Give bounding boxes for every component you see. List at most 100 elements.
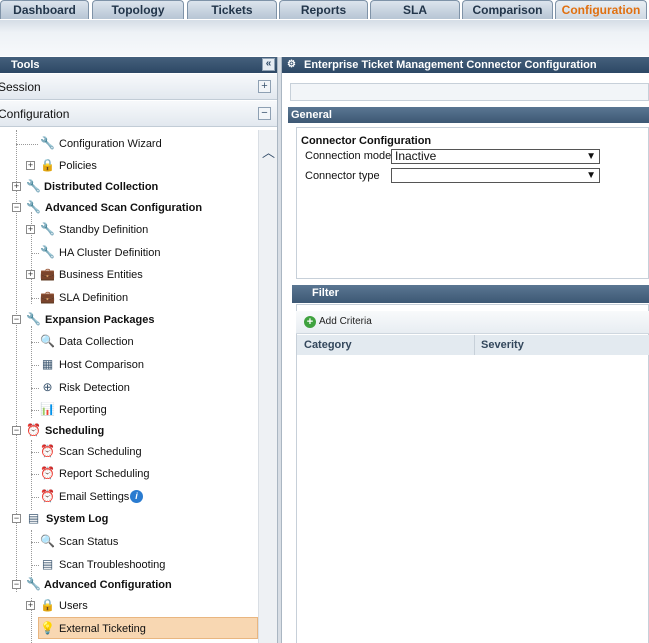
connector-type-label: Connector type	[305, 170, 380, 182]
wrench-icon: 🔧	[26, 179, 41, 193]
expand-icon[interactable]: +	[258, 80, 271, 93]
connector-config-label: Connector Configuration	[301, 135, 432, 147]
connector-type-select[interactable]: ▼	[391, 168, 600, 183]
section-configuration-label: Configuration	[0, 107, 70, 121]
lock-icon: 🔒	[40, 598, 55, 612]
tree-item-external-ticketing[interactable]: 💡 External Ticketing	[38, 617, 258, 639]
panel-splitter[interactable]	[277, 57, 282, 643]
general-panel: Connector Configuration Connection mode …	[296, 127, 649, 279]
section-session[interactable]: Session +	[0, 74, 277, 100]
tree-scrollbar[interactable]: ︿	[258, 130, 277, 643]
tab-dashboard[interactable]: Dashboard	[0, 0, 89, 19]
collapse-icon[interactable]: −	[12, 514, 21, 523]
column-header-severity[interactable]: Severity	[475, 335, 649, 355]
expand-icon[interactable]: +	[26, 270, 35, 279]
bulb-icon: 💡	[40, 621, 55, 635]
tab-tickets[interactable]: Tickets	[187, 0, 277, 19]
expand-icon[interactable]: +	[26, 601, 35, 610]
expand-icon[interactable]: +	[26, 225, 35, 234]
log-icon: ▤	[41, 557, 54, 571]
tree-item-risk-detection[interactable]: ⊕ Risk Detection	[0, 377, 258, 399]
section-session-label: Session	[0, 80, 41, 94]
breadcrumb	[290, 83, 649, 101]
tree-item-scan-scheduling[interactable]: ⏰ Scan Scheduling	[0, 441, 258, 463]
tab-topology[interactable]: Topology	[92, 0, 184, 19]
clock-icon: ⏰	[26, 423, 41, 437]
column-label: Severity	[481, 339, 524, 351]
tree-item-advanced-scan-configuration[interactable]: − 🔧 Advanced Scan Configuration	[0, 197, 258, 219]
add-criteria-button[interactable]: + Add Criteria	[296, 311, 386, 333]
magnifier-icon: 🔍	[40, 534, 55, 548]
wrench-icon: 🔧	[40, 222, 55, 236]
tree-item-configuration-wizard[interactable]: 🔧 Configuration Wizard	[0, 133, 258, 155]
page-title: Enterprise Ticket Management Connector C…	[304, 59, 597, 71]
tree-item-email-settings[interactable]: ⏰ Email Settings i	[0, 486, 258, 508]
tools-panel-title: Tools	[11, 59, 40, 71]
bar-chart-icon: 📊	[40, 402, 55, 416]
wrench-icon: 🔧	[26, 577, 41, 591]
tree-item-scan-status[interactable]: 🔍 Scan Status	[0, 531, 258, 553]
configuration-tree: 🔧 Configuration Wizard + 🔒 Policies + 🔧 …	[0, 130, 258, 643]
chevron-down-icon: ▼	[586, 151, 596, 162]
tab-sla[interactable]: SLA	[370, 0, 460, 19]
briefcase-icon: 💼	[40, 290, 55, 304]
wrench-icon: 🔧	[40, 245, 55, 259]
tree-item-sla-definition[interactable]: 💼 SLA Definition	[0, 287, 258, 309]
collapse-icon[interactable]: −	[12, 203, 21, 212]
tab-configuration[interactable]: Configuration	[555, 0, 647, 19]
tree-item-users[interactable]: + 🔒 Users	[0, 595, 258, 617]
filter-section-header: Filter	[292, 285, 649, 303]
compare-icon: ▦	[41, 357, 54, 371]
wrench-icon: 🔧	[26, 312, 41, 326]
column-header-category[interactable]: Category	[297, 335, 475, 355]
tree-item-scheduling[interactable]: − ⏰ Scheduling	[0, 420, 258, 442]
connection-mode-value: Inactive	[395, 149, 437, 163]
connector-config-header: ⚙ Enterprise Ticket Management Connector…	[282, 57, 649, 73]
tree-item-reporting[interactable]: 📊 Reporting	[0, 399, 258, 421]
target-icon: ⊕	[42, 380, 53, 394]
section-configuration[interactable]: Configuration −	[0, 101, 277, 127]
tree-item-business-entities[interactable]: + 💼 Business Entities	[0, 264, 258, 286]
collapse-panel-button[interactable]: «	[262, 58, 275, 71]
wrench-icon: 🔧	[26, 200, 41, 214]
wrench-icon: 🔧	[40, 136, 55, 150]
general-label: General	[291, 109, 332, 121]
collapse-icon[interactable]: −	[258, 107, 271, 120]
filter-toolbar: + Add Criteria	[296, 311, 649, 334]
tab-comparison[interactable]: Comparison	[462, 0, 553, 19]
gear-icon: ⚙	[287, 59, 296, 70]
tree-item-system-log[interactable]: − ▤ System Log	[0, 508, 258, 530]
info-icon[interactable]: i	[130, 490, 143, 503]
chevron-down-icon: ▼	[586, 170, 596, 181]
tree-item-advanced-configuration[interactable]: − 🔧 Advanced Configuration	[0, 574, 258, 596]
tree-item-expansion-packages[interactable]: − 🔧 Expansion Packages	[0, 309, 258, 331]
tools-panel-header: Tools «	[0, 57, 277, 73]
column-label: Category	[304, 339, 352, 351]
add-criteria-label: Add Criteria	[319, 316, 372, 327]
tree-item-data-collection[interactable]: 🔍 Data Collection	[0, 331, 258, 353]
tree-item-distributed-collection[interactable]: + 🔧 Distributed Collection	[0, 176, 258, 198]
filter-label: Filter	[312, 287, 339, 299]
clock-icon: ⏰	[40, 489, 55, 503]
collapse-icon[interactable]: −	[12, 426, 21, 435]
connection-mode-select[interactable]: Inactive ▼	[391, 149, 600, 164]
tree-item-report-scheduling[interactable]: ⏰ Report Scheduling	[0, 463, 258, 485]
expand-icon[interactable]: +	[26, 161, 35, 170]
briefcase-icon: 💼	[40, 267, 55, 281]
tree-item-ha-cluster-definition[interactable]: 🔧 HA Cluster Definition	[0, 242, 258, 264]
collapse-icon[interactable]: −	[12, 315, 21, 324]
chevron-up-icon[interactable]: ︿	[262, 142, 275, 161]
expand-icon[interactable]: +	[12, 182, 21, 191]
tab-reports[interactable]: Reports	[279, 0, 368, 19]
collapse-icon[interactable]: −	[12, 580, 21, 589]
tree-item-scan-troubleshooting[interactable]: ▤ Scan Troubleshooting	[0, 554, 258, 576]
lock-icon: 🔒	[40, 158, 55, 172]
clock-icon: ⏰	[40, 444, 55, 458]
general-section-header: General	[288, 107, 649, 123]
tree-item-host-comparison[interactable]: ▦ Host Comparison	[0, 354, 258, 376]
toolbar-band	[0, 20, 649, 56]
tree-item-standby-definition[interactable]: + 🔧 Standby Definition	[0, 219, 258, 241]
tree-item-policies[interactable]: + 🔒 Policies	[0, 155, 258, 177]
connection-mode-label: Connection mode	[305, 150, 392, 162]
main-tab-bar: Dashboard Topology Tickets Reports SLA C…	[0, 0, 649, 20]
